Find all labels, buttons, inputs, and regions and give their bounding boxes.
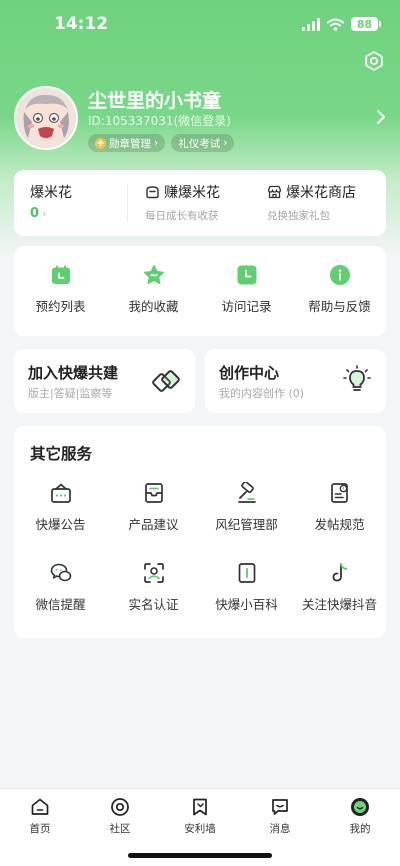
follow-douyin-label: 关注快爆抖音 bbox=[301, 597, 377, 612]
wifi-icon bbox=[327, 18, 344, 31]
popcorn-shop-subtitle: 兑换独家礼包 bbox=[267, 210, 330, 222]
popcorn-wallet-card: 爆米花 0 › 赚爆米花 每日成长有收获 爆米花商店 兑换独家礼包 bbox=[14, 170, 386, 236]
help-feedback-button[interactable]: 帮助与反馈 bbox=[293, 264, 386, 315]
suggestion-icon bbox=[144, 483, 163, 503]
encyclopedia-button[interactable]: 快爆小百科 bbox=[200, 562, 293, 613]
encyclopedia-label: 快爆小百科 bbox=[215, 597, 278, 612]
message-icon bbox=[272, 799, 288, 815]
medal-icon: ✚ bbox=[95, 137, 106, 149]
my-favorites-label: 我的收藏 bbox=[128, 299, 179, 314]
product-suggestion-label: 产品建议 bbox=[128, 517, 179, 532]
posting-rules-label: 发帖规范 bbox=[314, 517, 365, 532]
popcorn-shop-title: 爆米花商店 bbox=[286, 185, 356, 201]
follow-douyin-button[interactable]: 关注快爆抖音 bbox=[293, 562, 386, 613]
join-co-build-subtitle: 版主|答疑|监察等 bbox=[28, 387, 113, 400]
home-indicator bbox=[128, 853, 272, 858]
help-feedback-label: 帮助与反馈 bbox=[308, 299, 371, 314]
wechat-reminder-button[interactable]: 微信提醒 bbox=[14, 562, 107, 613]
quick-actions-card: 预约列表 我的收藏 访问记录 帮助与反馈 bbox=[14, 246, 386, 336]
user-id: ID:105337031(微信登录) bbox=[88, 114, 231, 128]
avatar-image bbox=[16, 88, 76, 148]
chevron-right-icon: › bbox=[154, 137, 159, 149]
tab-mine-label: 我的 bbox=[349, 823, 371, 835]
tab-mine[interactable]: 我的 bbox=[320, 797, 400, 836]
tab-messages[interactable]: 消息 bbox=[240, 797, 320, 836]
reservation-list-button[interactable]: 预约列表 bbox=[14, 264, 107, 315]
creation-center-card[interactable]: 创作中心 我的内容创作 (0) bbox=[205, 349, 386, 413]
wechat-reminder-label: 微信提醒 bbox=[35, 597, 86, 612]
product-suggestion-button[interactable]: 产品建议 bbox=[107, 482, 200, 533]
join-co-build-title: 加入快爆共建 bbox=[28, 364, 119, 382]
profile-section[interactable]: 尘世里的小书童 ID:105337031(微信登录) ✚ 勋章管理 › 礼仪考试… bbox=[14, 86, 386, 156]
earn-popcorn-title: 赚爆米花 bbox=[164, 185, 220, 201]
discipline-department-button[interactable]: 风纪管理部 bbox=[200, 482, 293, 533]
popcorn-balance[interactable]: 爆米花 0 › bbox=[30, 182, 72, 221]
creation-center-title: 创作中心 bbox=[219, 364, 280, 382]
reservation-list-label: 预约列表 bbox=[35, 299, 86, 314]
tab-community-label: 社区 bbox=[109, 823, 131, 835]
medal-management-button[interactable]: ✚ 勋章管理 › bbox=[88, 134, 166, 152]
chevron-right-icon: › bbox=[223, 137, 228, 149]
etiquette-exam-button[interactable]: 礼仪考试 › bbox=[171, 134, 235, 152]
face-scan-icon bbox=[143, 563, 164, 583]
avatar[interactable] bbox=[14, 86, 78, 150]
clock-icon bbox=[237, 265, 256, 285]
profile-icon bbox=[351, 798, 369, 816]
wechat-icon bbox=[50, 563, 71, 582]
join-co-build-card[interactable]: 加入快爆共建 版主|答疑|监察等 bbox=[14, 349, 195, 413]
creation-center-subtitle: 我的内容创作 (0) bbox=[219, 387, 305, 400]
popcorn-shop-button[interactable]: 爆米花商店 兑换独家礼包 bbox=[267, 182, 356, 223]
popcorn-count: 0 bbox=[30, 206, 40, 221]
divider bbox=[127, 184, 128, 222]
tab-community[interactable]: 社区 bbox=[80, 797, 160, 836]
my-favorites-button[interactable]: 我的收藏 bbox=[107, 264, 200, 315]
bookmark-icon bbox=[193, 798, 207, 816]
info-icon bbox=[329, 265, 350, 285]
chevron-right-icon: › bbox=[42, 207, 47, 220]
etiquette-exam-label: 礼仪考试 bbox=[178, 137, 221, 150]
other-services-card: 其它服务 快爆公告 产品建议 风纪管理部 发帖规范 微信提醒 实名认证 快爆小百… bbox=[14, 426, 386, 638]
tab-messages-label: 消息 bbox=[269, 823, 291, 835]
shop-icon bbox=[267, 185, 282, 199]
chevron-right-icon[interactable] bbox=[376, 110, 386, 124]
home-icon bbox=[31, 798, 49, 815]
announcement-icon bbox=[50, 483, 71, 503]
profile-badges: ✚ 勋章管理 › 礼仪考试 › bbox=[88, 134, 235, 152]
tab-recommend-wall[interactable]: 安利墙 bbox=[160, 797, 240, 836]
earn-popcorn-button[interactable]: 赚爆米花 每日成长有收获 bbox=[145, 182, 220, 223]
gavel-icon bbox=[237, 482, 256, 503]
star-icon bbox=[143, 264, 164, 285]
posting-rules-button[interactable]: 发帖规范 bbox=[293, 482, 386, 533]
earn-popcorn-subtitle: 每日成长有收获 bbox=[145, 210, 219, 222]
medal-management-label: 勋章管理 bbox=[109, 137, 151, 150]
piggy-bank-icon bbox=[146, 186, 159, 199]
lightbulb-icon bbox=[343, 365, 371, 391]
battery-indicator: 88 bbox=[351, 17, 381, 31]
tiktok-icon bbox=[332, 563, 347, 582]
popcorn-title: 爆米花 bbox=[30, 185, 72, 201]
community-icon bbox=[111, 798, 129, 816]
tab-recommend-wall-label: 安利墙 bbox=[184, 823, 216, 835]
real-name-auth-button[interactable]: 实名认证 bbox=[107, 562, 200, 613]
cellular-signal-icon bbox=[302, 17, 320, 31]
announcement-button[interactable]: 快爆公告 bbox=[14, 482, 107, 533]
handshake-icon bbox=[152, 370, 180, 392]
other-services-title: 其它服务 bbox=[30, 445, 93, 463]
book-icon bbox=[238, 563, 255, 583]
rules-icon bbox=[330, 483, 348, 503]
status-time: 14:12 bbox=[54, 14, 109, 34]
status-bar: 14:12 88 bbox=[0, 0, 400, 48]
announcement-label: 快爆公告 bbox=[35, 517, 86, 532]
visit-history-label: 访问记录 bbox=[221, 299, 272, 314]
discipline-department-label: 风纪管理部 bbox=[215, 517, 278, 532]
tab-home[interactable]: 首页 bbox=[0, 797, 80, 836]
user-nickname: 尘世里的小书童 bbox=[88, 90, 222, 112]
real-name-auth-label: 实名认证 bbox=[128, 597, 179, 612]
tab-home-label: 首页 bbox=[29, 823, 51, 835]
calendar-icon bbox=[51, 265, 70, 284]
settings-icon[interactable] bbox=[363, 50, 385, 72]
visit-history-button[interactable]: 访问记录 bbox=[200, 264, 293, 315]
